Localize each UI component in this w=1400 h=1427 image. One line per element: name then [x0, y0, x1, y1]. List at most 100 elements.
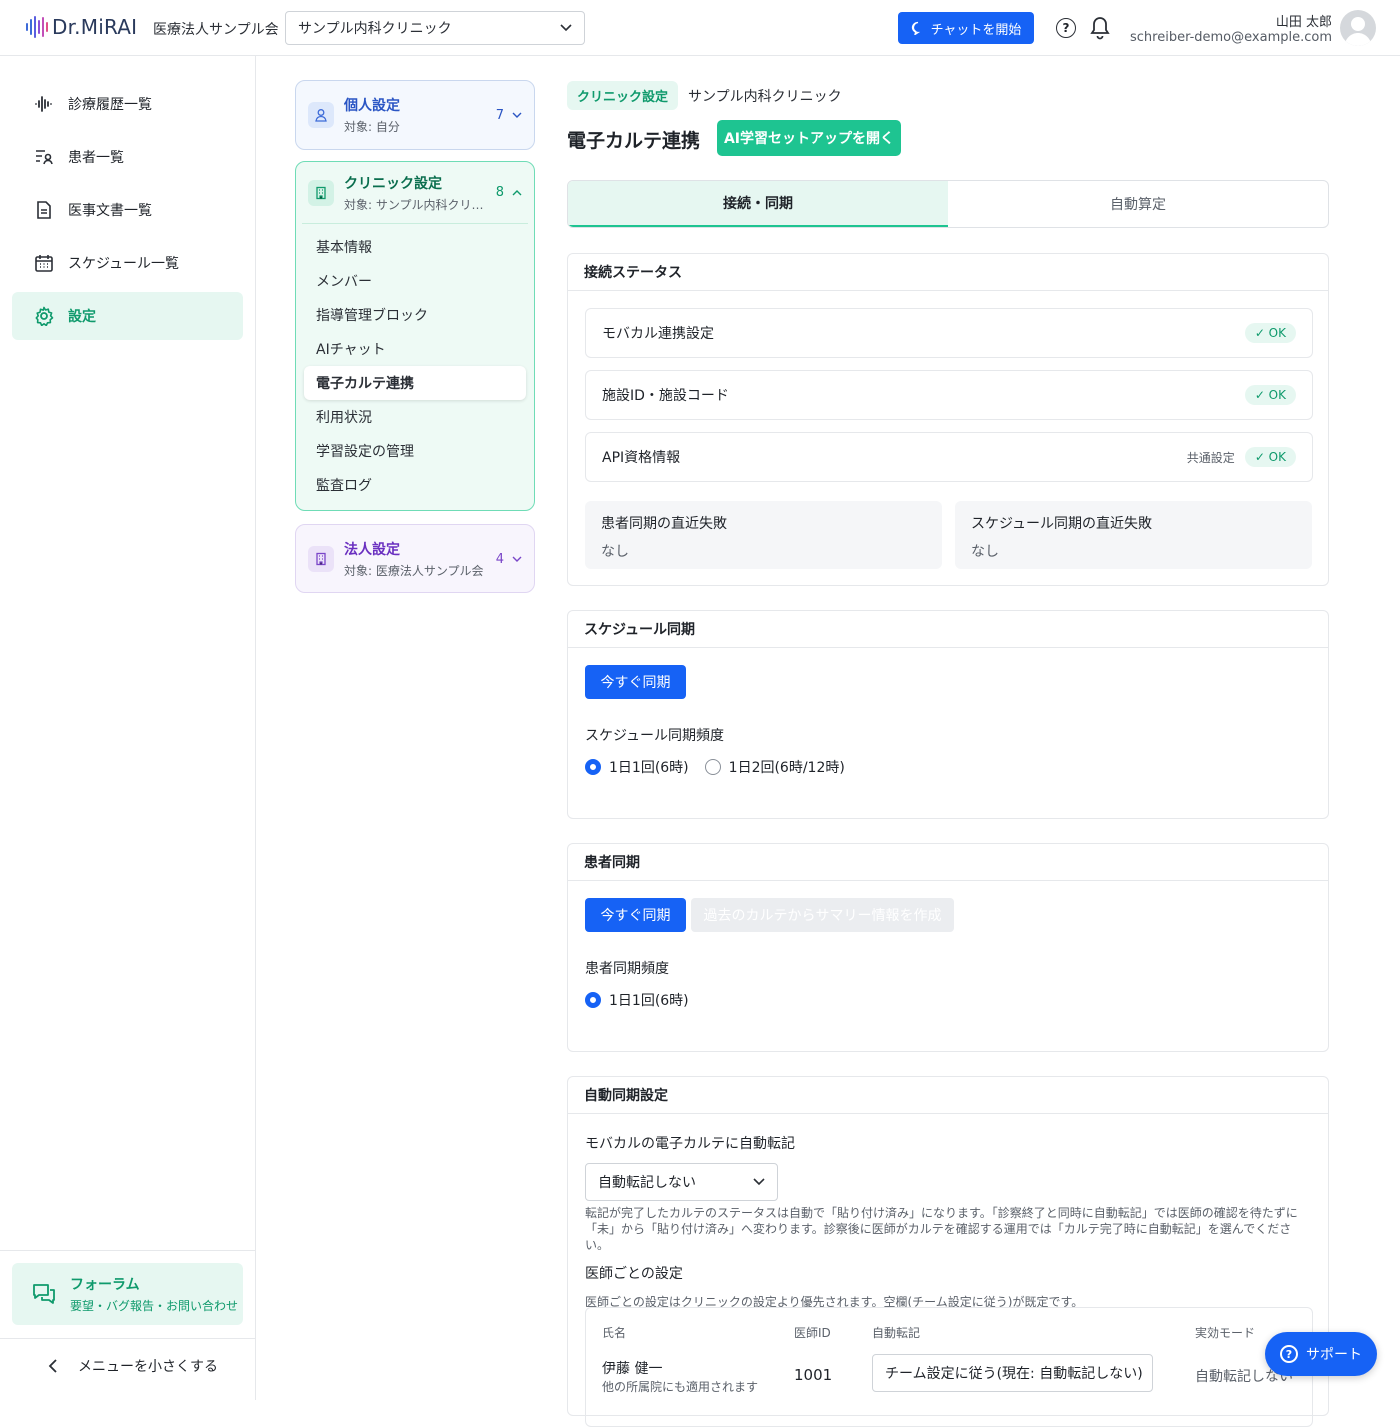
status-row-mobakaru: モバカル連携設定 ✓ OK — [585, 308, 1313, 358]
forum-link[interactable]: フォーラム 要望・バグ報告・お問い合わせ — [12, 1263, 243, 1325]
sidebar-item-patients[interactable]: 患者一覧 — [12, 133, 243, 181]
corp-settings-panel[interactable]: 法人設定 対象: 医療法人サンプル会 4 — [295, 524, 535, 593]
schedule-freq-radios: 1日1回(6時) 1日2回(6時/12時) — [585, 757, 845, 777]
radio-label: 1日2回(6時/12時) — [728, 760, 845, 776]
clinic-nav-usage[interactable]: 利用状況 — [304, 400, 526, 434]
personal-settings-sub: 対象: 自分 — [344, 120, 400, 134]
bell-icon[interactable] — [1090, 16, 1110, 40]
chevron-left-icon — [48, 1359, 57, 1373]
auto-transfer-value: 自動転記しない — [598, 1175, 696, 1191]
sidebar-divider — [0, 1250, 256, 1251]
radio-once-daily[interactable] — [585, 759, 601, 775]
status-badge: ✓ OK — [1244, 323, 1296, 343]
radio-label: 1日1回(6時) — [609, 760, 689, 776]
patient-sync-card: 患者同期 今すぐ同期 過去のカルテからサマリー情報を作成 患者同期頻度 1日1回… — [567, 843, 1329, 1052]
corp-settings-sub: 対象: 医療法人サンプル会 — [344, 564, 484, 578]
logo-wave-icon — [26, 15, 48, 39]
logo[interactable]: Dr.MiRAI — [26, 15, 137, 39]
user-silhouette-icon — [1344, 17, 1372, 46]
chat-bubble-icon — [911, 21, 920, 35]
forum-chat-icon — [33, 1284, 55, 1304]
user-name[interactable]: 山田 太郎 — [1276, 11, 1332, 30]
schedule-sync-card: スケジュール同期 今すぐ同期 スケジュール同期頻度 1日1回(6時) 1日2回(… — [567, 610, 1329, 819]
radio-once-daily[interactable] — [585, 992, 601, 1008]
clinic-nav-basic-info[interactable]: 基本情報 — [304, 230, 526, 264]
clinic-settings-title: クリニック設定 — [344, 175, 442, 192]
schedule-fail-title: スケジュール同期の直近失敗 — [971, 516, 1153, 532]
building-icon — [308, 179, 334, 206]
tab-auto-calc[interactable]: 自動算定 — [948, 181, 1328, 227]
auto-sync-title: 自動同期設定 — [568, 1077, 1328, 1114]
column-header: 医師ID — [794, 1326, 831, 1340]
clinic-settings-header[interactable]: クリニック設定 対象: サンプル内科クリニック 8 — [302, 162, 528, 224]
personal-settings-panel[interactable]: 個人設定 対象: 自分 7 — [295, 80, 535, 150]
clinic-settings-sub: 対象: サンプル内科クリニック — [344, 197, 484, 212]
clinic-select[interactable]: サンプル内科クリニック — [285, 11, 585, 45]
personal-settings-count: 7 — [495, 107, 504, 123]
patient-freq-radios: 1日1回(6時) — [585, 990, 689, 1010]
sidebar-item-documents[interactable]: 医事文書一覧 — [12, 186, 243, 234]
clinic-nav-learning[interactable]: 学習設定の管理 — [304, 434, 526, 468]
patient-list-icon — [36, 150, 53, 165]
status-row-facility: 施設ID・施設コード ✓ OK — [585, 370, 1313, 420]
breadcrumb-badge[interactable]: クリニック設定 — [567, 81, 679, 110]
help-circle-icon: ? — [1280, 1345, 1298, 1363]
support-label: サポート — [1306, 1347, 1362, 1363]
radio-twice-daily[interactable] — [704, 759, 721, 775]
patient-freq-label: 患者同期頻度 — [585, 961, 669, 977]
avatar[interactable] — [1340, 10, 1376, 46]
patient-fail-value: なし — [601, 544, 629, 560]
doctor-name: 伊藤 健一 — [602, 1361, 663, 1377]
sidebar: 診療履歴一覧 患者一覧 医事文書一覧 スケジュール一覧 設定 フォーラム 要望・… — [0, 56, 256, 1400]
sidebar-item-settings[interactable]: 設定 — [12, 292, 243, 340]
column-header: 氏名 — [602, 1326, 627, 1340]
patient-sync-now-button[interactable]: 今すぐ同期 — [585, 898, 686, 932]
personal-settings-title: 個人設定 — [344, 98, 400, 114]
create-summary-button[interactable]: 過去のカルテからサマリー情報を作成 — [691, 898, 954, 932]
doctor-transfer-select[interactable]: チーム設定に従う(現在: 自動転記しない) — [872, 1354, 1153, 1392]
connection-status-title: 接続ステータス — [568, 254, 1328, 291]
ai-setup-button[interactable]: AI学習セットアップを開く — [717, 120, 901, 156]
corp-settings-count: 4 — [495, 551, 504, 567]
sidebar-item-label: スケジュール一覧 — [68, 256, 180, 272]
schedule-sync-title: スケジュール同期 — [568, 611, 1328, 648]
calendar-icon — [35, 255, 53, 272]
help-icon[interactable]: ? — [1056, 18, 1076, 38]
status-badge: ✓ OK — [1244, 385, 1296, 405]
sidebar-item-history[interactable]: 診療履歴一覧 — [12, 80, 243, 128]
forum-subtitle: 要望・バグ報告・お問い合わせ — [70, 1299, 239, 1313]
schedule-fail-value: なし — [971, 544, 999, 560]
tab-bar: 接続・同期 自動算定 — [567, 180, 1329, 228]
chevron-up-icon — [512, 190, 522, 196]
start-chat-label: チャットを開始 — [930, 22, 1022, 38]
schedule-sync-now-button[interactable]: 今すぐ同期 — [585, 665, 686, 699]
sidebar-item-label: 医事文書一覧 — [68, 203, 152, 219]
start-chat-button[interactable]: チャットを開始 — [898, 12, 1034, 44]
support-button[interactable]: ? サポート — [1265, 1332, 1377, 1376]
gear-icon — [35, 306, 54, 326]
clinic-nav-ai-chat[interactable]: AIチャット — [304, 332, 526, 366]
clinic-nav-audit-log[interactable]: 監査ログ — [304, 468, 526, 502]
breadcrumb: クリニック設定 サンプル内科クリニック — [567, 81, 842, 110]
corp-settings-title: 法人設定 — [344, 542, 400, 558]
clinic-select-value: サンプル内科クリニック — [298, 21, 452, 37]
chevron-down-icon — [512, 556, 522, 562]
sidebar-item-schedule[interactable]: スケジュール一覧 — [12, 239, 243, 287]
auto-transfer-select[interactable]: 自動転記しない — [585, 1163, 778, 1201]
clinic-nav-guidance-block[interactable]: 指導管理ブロック — [304, 298, 526, 332]
logo-text: Dr.MiRAI — [52, 15, 138, 39]
chevron-down-icon — [753, 1178, 765, 1186]
tab-connection-sync[interactable]: 接続・同期 — [568, 181, 948, 227]
org-name: 医療法人サンプル会 — [153, 22, 279, 38]
chevron-down-icon — [512, 112, 522, 118]
connection-status-card: 接続ステータス モバカル連携設定 ✓ OK 施設ID・施設コード ✓ OK AP… — [567, 253, 1329, 586]
doctor-settings-table: 氏名 医師ID 自動転記 実効モード 伊藤 健一 他の所属院にも適用されます 1… — [585, 1307, 1313, 1427]
clinic-nav-members[interactable]: メンバー — [304, 264, 526, 298]
forum-title: フォーラム — [70, 1277, 140, 1293]
status-badge: ✓ OK — [1244, 447, 1296, 467]
clinic-settings-count: 8 — [495, 185, 504, 200]
schedule-freq-label: スケジュール同期頻度 — [585, 728, 725, 744]
clinic-nav-emr-integration[interactable]: 電子カルテ連携 — [304, 366, 526, 400]
doctor-settings-label: 医師ごとの設定 — [585, 1266, 683, 1282]
collapse-menu-button[interactable]: メニューを小さくする — [48, 1356, 218, 1376]
